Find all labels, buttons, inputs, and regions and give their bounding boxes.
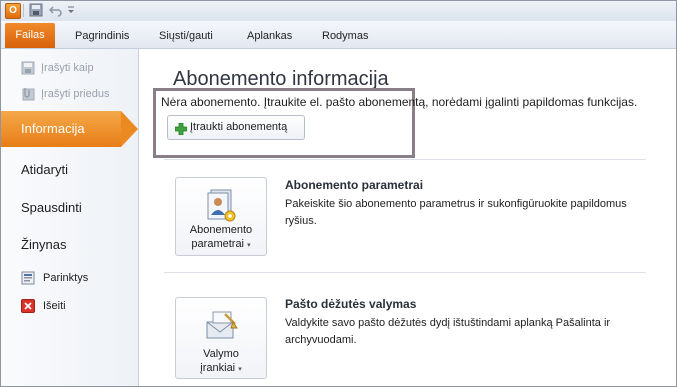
cleanup-tools-icon xyxy=(203,308,239,344)
account-settings-icon xyxy=(203,188,239,224)
title-bar: O xyxy=(1,1,676,21)
cleanup-tools-line2: įrankiai ▾ xyxy=(176,362,266,374)
chevron-down-icon: ▾ xyxy=(247,242,251,249)
nav-exit[interactable]: Išeiti xyxy=(1,295,138,317)
tab-file[interactable]: Failas xyxy=(5,23,55,48)
account-settings-button[interactable]: Abonemento parametrai ▾ xyxy=(175,177,267,256)
tab-send-receive[interactable]: Siųsti/gauti xyxy=(159,27,213,45)
cleanup-tools-button[interactable]: Valymo įrankiai ▾ xyxy=(175,297,267,379)
add-icon xyxy=(174,121,188,136)
save-icon[interactable] xyxy=(29,3,43,17)
backstage-window: O Failas Pagrindinis Siųsti/gauti Aplank… xyxy=(0,0,677,387)
undo-icon[interactable] xyxy=(48,3,63,17)
mailbox-cleanup-title: Pašto dėžutės valymas xyxy=(285,297,417,311)
cleanup-tools-line1: Valymo xyxy=(203,348,239,360)
nav-exit-label: Išeiti xyxy=(43,300,66,312)
cleanup-tools-line2-text: įrankiai xyxy=(200,362,236,374)
nav-save-attachments-label: Įrašyti priedus xyxy=(41,88,110,100)
account-settings-line1: Abonemento xyxy=(189,224,253,236)
close-icon xyxy=(21,299,35,313)
nav-save-as-label: Įrašyti kaip xyxy=(41,62,94,74)
account-settings-line2-text: parametrai xyxy=(191,238,244,250)
qat-separator xyxy=(23,4,24,17)
options-icon xyxy=(21,271,35,285)
tab-home[interactable]: Pagrindinis xyxy=(75,27,129,45)
nav-save-attachments[interactable]: Įrašyti priedus xyxy=(1,83,138,105)
save-attachments-icon xyxy=(21,87,35,101)
save-as-icon xyxy=(21,61,35,75)
section-divider xyxy=(164,272,646,273)
add-account-label: Įtraukti abonementą xyxy=(190,121,288,133)
nav-open[interactable]: Atidaryti xyxy=(21,161,68,179)
add-account-button[interactable]: Įtraukti abonementą xyxy=(167,115,305,140)
nav-info[interactable]: Informacija xyxy=(1,111,138,147)
nav-options[interactable]: Parinktys xyxy=(1,267,138,289)
nav-print[interactable]: Spausdinti xyxy=(21,199,82,217)
chevron-down-icon: ▾ xyxy=(238,366,242,373)
nav-options-label: Parinktys xyxy=(43,272,89,284)
backstage-nav: Įrašyti kaip Įrašyti priedus Informacija… xyxy=(1,49,139,386)
qat-customize-icon[interactable] xyxy=(67,3,75,17)
nav-info-label: Informacija xyxy=(21,121,85,136)
outlook-app-icon[interactable]: O xyxy=(5,3,21,19)
tab-view[interactable]: Rodymas xyxy=(322,27,368,45)
ribbon-tab-bar: Failas Pagrindinis Siųsti/gauti Aplankas… xyxy=(1,21,676,49)
section-divider xyxy=(164,159,646,160)
nav-save-as[interactable]: Įrašyti kaip xyxy=(1,57,138,79)
account-settings-line2: parametrai ▾ xyxy=(176,238,266,250)
account-settings-description: Pakeiskite šio abonemento parametrus ir … xyxy=(285,198,627,227)
backstage-content: Abonemento informacija Nėra abonemento. … xyxy=(139,49,676,386)
no-account-notice: Nėra abonemento. Įtraukite el. pašto abo… xyxy=(161,95,638,109)
account-settings-title: Abonemento parametrai xyxy=(285,178,424,192)
tab-folder[interactable]: Aplankas xyxy=(247,27,292,45)
nav-help[interactable]: Žinynas xyxy=(21,236,67,254)
nav-info-arrow xyxy=(121,111,138,147)
mailbox-cleanup-description: Valdykite savo pašto dėžutės dydį ištušt… xyxy=(285,317,611,346)
